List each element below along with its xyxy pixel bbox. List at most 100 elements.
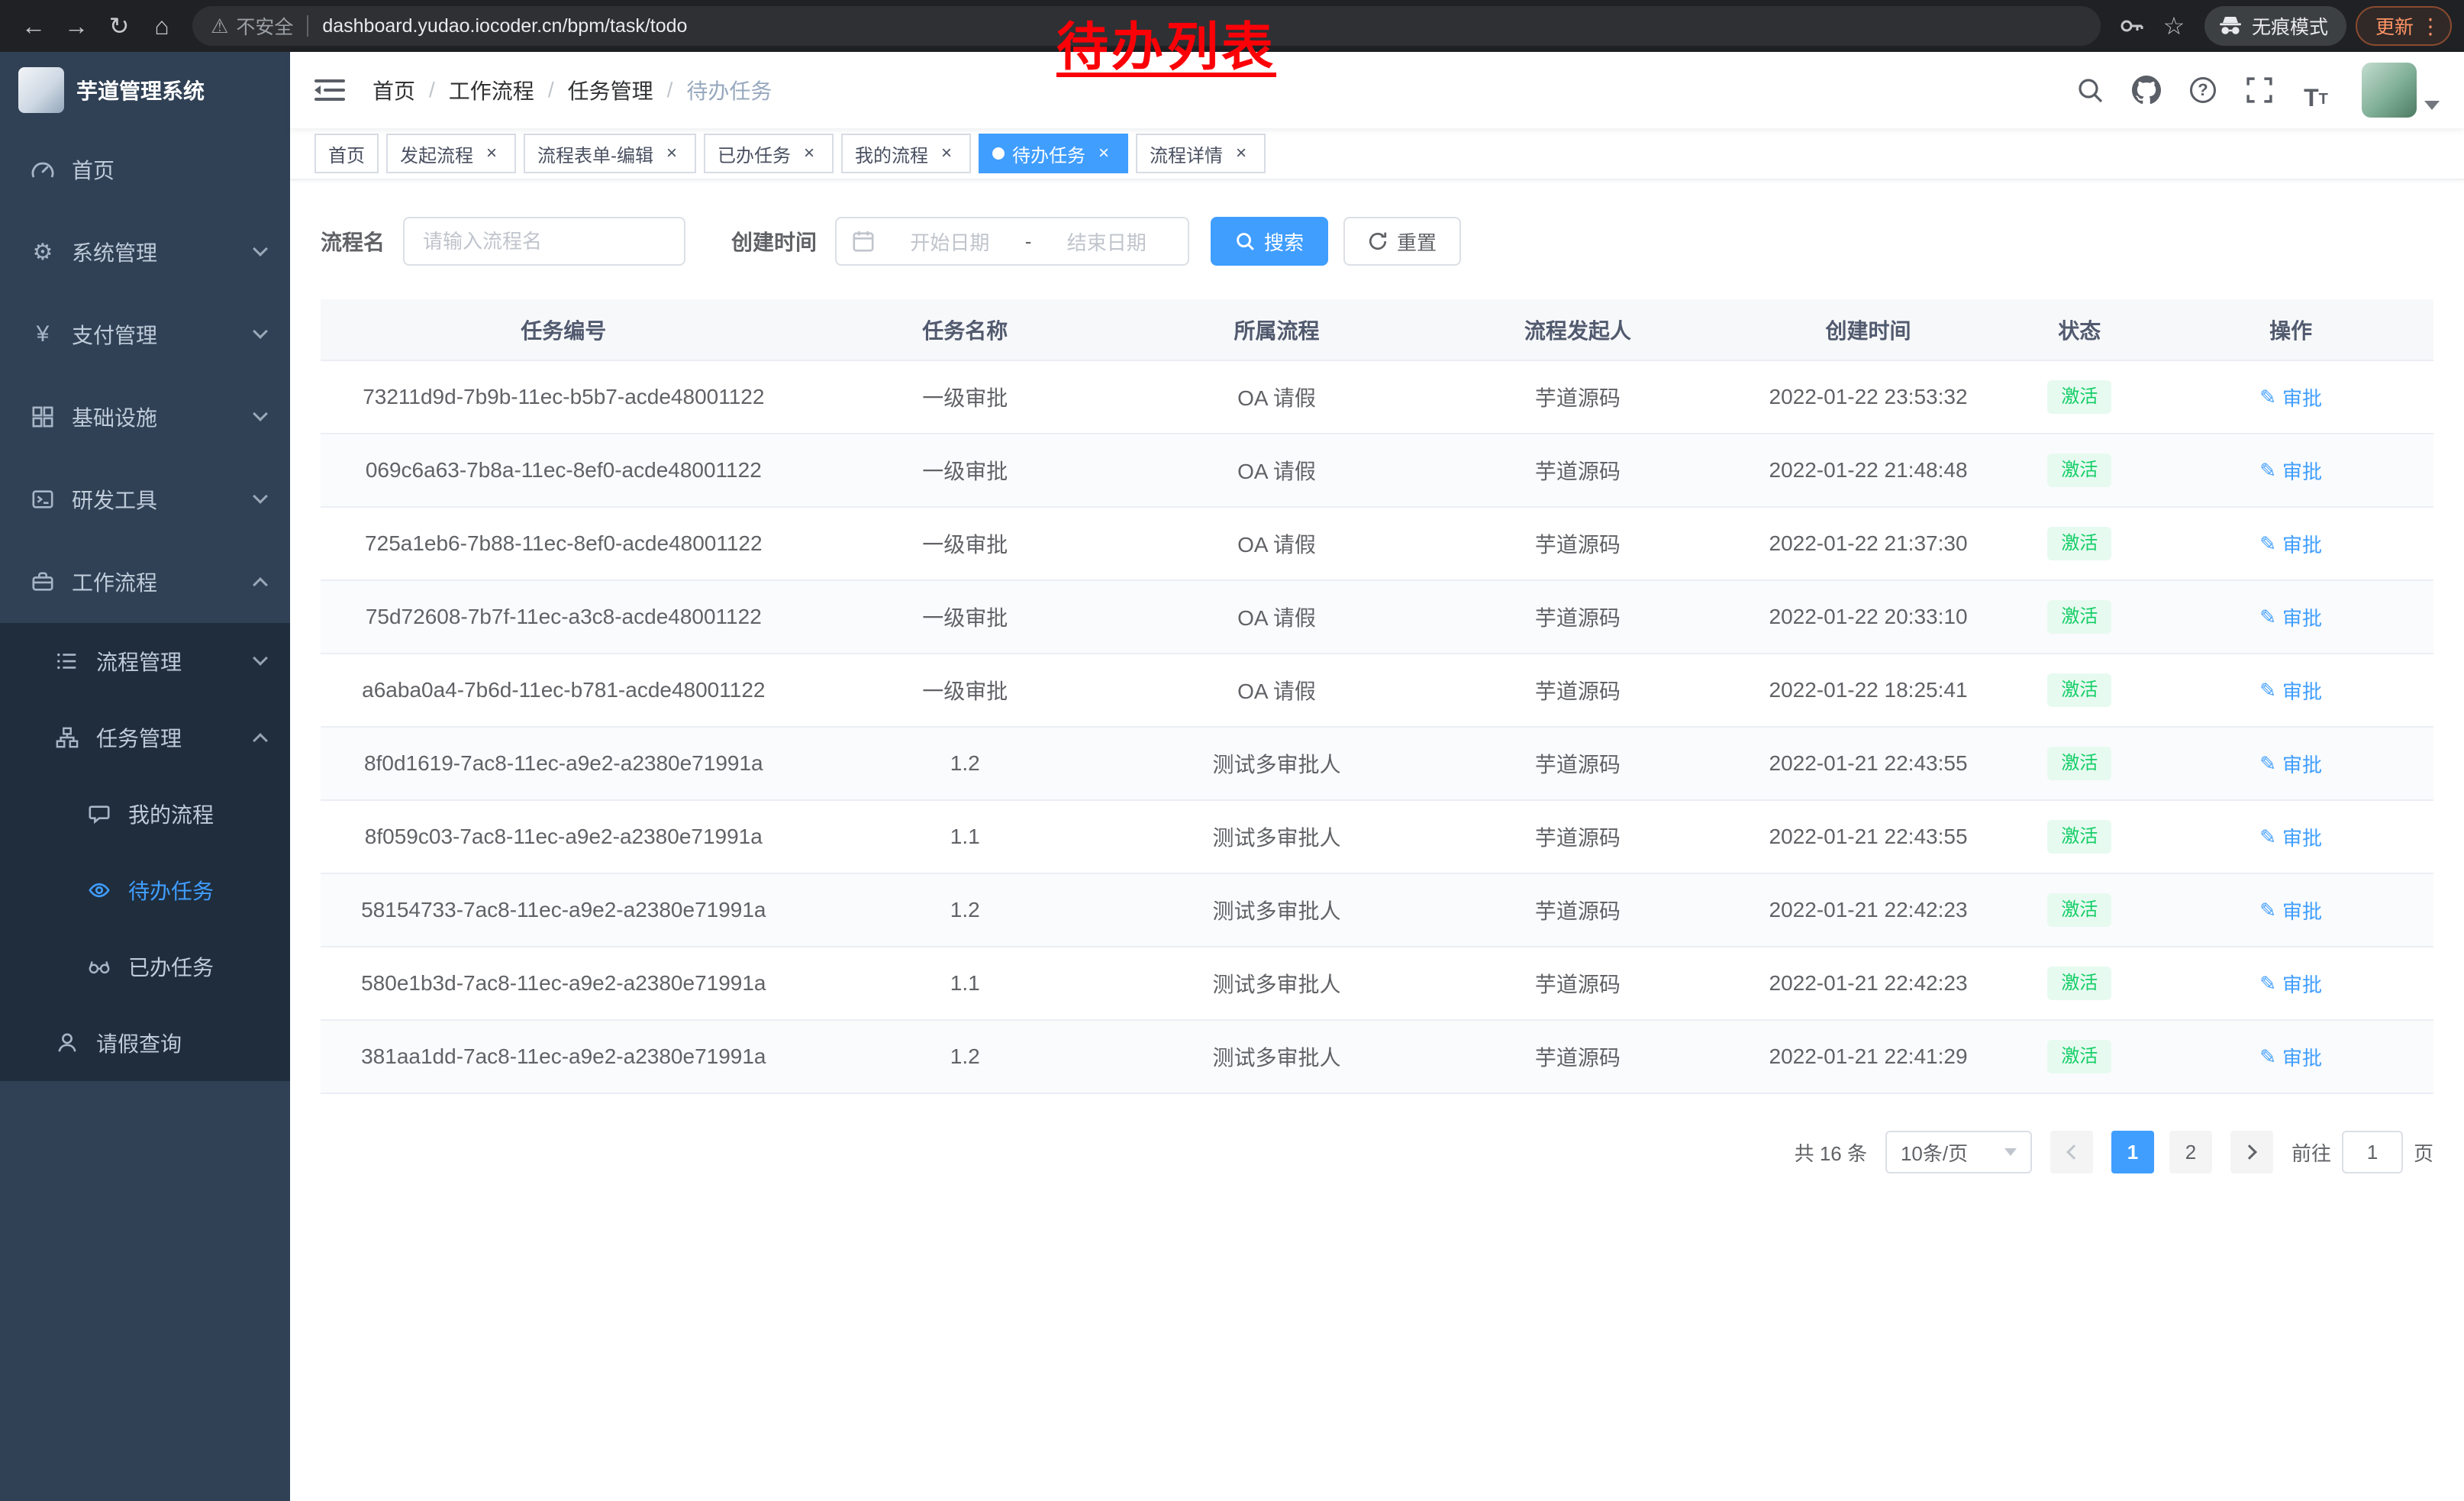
cell-process: 测试多审批人	[1124, 800, 1430, 873]
sidebar-item-home[interactable]: 首页	[0, 128, 290, 211]
approve-link[interactable]: ✎审批	[2259, 1043, 2322, 1071]
sidebar-item-done-tasks[interactable]: 已办任务	[0, 928, 290, 1005]
sidebar-item-todo-tasks[interactable]: 待办任务	[0, 852, 290, 928]
breadcrumb-item[interactable]: 工作流程	[449, 75, 534, 105]
reset-button[interactable]: 重置	[1343, 217, 1461, 266]
annotation-text: 待办列表	[1056, 5, 1276, 80]
sidebar-collapse-icon[interactable]	[314, 76, 348, 104]
tab-首页[interactable]: 首页	[314, 134, 379, 173]
caret-down-icon	[2004, 1148, 2017, 1156]
search-button[interactable]: 搜索	[1211, 217, 1328, 266]
key-icon[interactable]	[2110, 5, 2153, 47]
tab-close-icon[interactable]: ×	[1093, 143, 1114, 164]
tab-close-icon[interactable]: ×	[936, 143, 957, 164]
table-row: 725a1eb6-7b88-11ec-8ef0-acde48001122一级审批…	[321, 507, 2433, 580]
star-icon[interactable]: ☆	[2153, 5, 2195, 47]
chevron-down-icon	[253, 324, 268, 339]
table-header-row: 任务编号任务名称所属流程流程发起人创建时间状态操作	[321, 299, 2433, 360]
cell-initiator: 芋道源码	[1430, 727, 1726, 800]
next-page-button[interactable]	[2230, 1131, 2273, 1173]
url-text[interactable]: dashboard.yudao.iocoder.cn/bpm/task/todo	[322, 15, 687, 37]
tab-close-icon[interactable]: ×	[661, 143, 682, 164]
sitemap-icon	[53, 724, 81, 751]
home-icon[interactable]: ⌂	[140, 5, 183, 47]
breadcrumb-item[interactable]: 首页	[373, 75, 415, 105]
forward-icon[interactable]: →	[55, 5, 98, 47]
avatar[interactable]	[2362, 63, 2417, 118]
status-badge: 激活	[2047, 380, 2111, 413]
app-logo-row[interactable]: 芋道管理系统	[0, 52, 290, 128]
breadcrumb-item[interactable]: 任务管理	[568, 75, 653, 105]
cell-process: OA 请假	[1124, 580, 1430, 654]
sidebar-item-payment[interactable]: ¥ 支付管理	[0, 293, 290, 376]
incognito-badge: 无痕模式	[2204, 6, 2346, 46]
start-date-placeholder[interactable]: 开始日期	[884, 228, 1016, 256]
tab-发起流程[interactable]: 发起流程×	[386, 134, 516, 173]
approve-link[interactable]: ✎审批	[2259, 896, 2322, 925]
date-range-picker[interactable]: 开始日期 - 结束日期	[835, 217, 1189, 266]
reload-icon[interactable]: ↻	[98, 5, 140, 47]
tab-label: 我的流程	[855, 140, 928, 167]
approve-link[interactable]: ✎审批	[2259, 750, 2322, 778]
chevron-down-icon	[253, 650, 268, 666]
approve-link[interactable]: ✎审批	[2259, 457, 2322, 485]
page-button-2[interactable]: 2	[2169, 1131, 2212, 1173]
approve-link[interactable]: ✎审批	[2259, 970, 2322, 998]
sidebar-item-workflow[interactable]: 工作流程	[0, 541, 290, 623]
prev-page-button[interactable]	[2050, 1131, 2093, 1173]
cell-initiator: 芋道源码	[1430, 434, 1726, 507]
tab-流程详情[interactable]: 流程详情×	[1136, 134, 1266, 173]
cell-id: 381aa1dd-7ac8-11ec-a9e2-a2380e71991a	[321, 1020, 807, 1093]
cell-name: 一级审批	[807, 507, 1124, 580]
back-icon[interactable]: ←	[12, 5, 55, 47]
sidebar-item-label: 流程管理	[96, 646, 240, 676]
sidebar: 芋道管理系统 首页 ⚙ 系统管理 ¥ 支付管理	[0, 52, 290, 1501]
screen: ← → ↻ ⌂ ⚠ 不安全 dashboard.yudao.iocoder.cn…	[0, 0, 2464, 1501]
edit-icon: ✎	[2259, 532, 2276, 556]
tab-流程表单-编辑[interactable]: 流程表单-编辑×	[524, 134, 696, 173]
process-name-input[interactable]	[403, 217, 685, 266]
approve-link[interactable]: ✎审批	[2259, 383, 2322, 412]
cell-status: 激活	[2011, 434, 2148, 507]
sidebar-item-leave-query[interactable]: 请假查询	[0, 1005, 290, 1081]
menu-dots-icon[interactable]: ⋮	[2418, 14, 2443, 39]
user-menu[interactable]	[2362, 63, 2440, 118]
sidebar-item-my-process[interactable]: 我的流程	[0, 776, 290, 852]
dashboard-icon	[29, 156, 56, 183]
sidebar-item-process-management[interactable]: 流程管理	[0, 623, 290, 699]
sidebar-item-task-management[interactable]: 任务管理	[0, 699, 290, 776]
update-button[interactable]: 更新 ⋮	[2356, 6, 2452, 46]
cell-status: 激活	[2011, 654, 2148, 727]
fullscreen-icon[interactable]	[2240, 70, 2279, 110]
tab-已办任务[interactable]: 已办任务×	[704, 134, 834, 173]
table-row: 73211d9d-7b9b-11ec-b5b7-acde48001122一级审批…	[321, 360, 2433, 434]
navbar-tools: ? T T	[2070, 63, 2440, 118]
tab-close-icon[interactable]: ×	[481, 143, 502, 164]
cell-status: 激活	[2011, 1020, 2148, 1093]
cell-action: ✎审批	[2148, 654, 2433, 727]
page-button-1[interactable]: 1	[2111, 1131, 2154, 1173]
sidebar-item-devtools[interactable]: 研发工具	[0, 458, 290, 541]
page-size-select[interactable]: 10条/页	[1885, 1131, 2032, 1173]
chat-icon	[85, 800, 113, 828]
search-icon[interactable]	[2070, 70, 2110, 110]
approve-link[interactable]: ✎审批	[2259, 823, 2322, 851]
tab-待办任务[interactable]: 待办任务×	[979, 134, 1128, 173]
approve-link[interactable]: ✎审批	[2259, 676, 2322, 705]
security-label[interactable]: 不安全	[236, 12, 293, 40]
approve-link[interactable]: ✎审批	[2259, 603, 2322, 631]
end-date-placeholder[interactable]: 结束日期	[1040, 228, 1172, 256]
github-icon[interactable]	[2127, 70, 2166, 110]
tab-close-icon[interactable]: ×	[1230, 143, 1252, 164]
cell-created_at: 2022-01-22 21:37:30	[1726, 507, 2011, 580]
sidebar-item-system[interactable]: ⚙ 系统管理	[0, 211, 290, 293]
font-size-icon[interactable]: T T	[2296, 70, 2336, 110]
tab-close-icon[interactable]: ×	[798, 143, 820, 164]
cell-process: 测试多审批人	[1124, 727, 1430, 800]
edit-icon: ✎	[2259, 459, 2276, 483]
tab-我的流程[interactable]: 我的流程 ×	[841, 134, 971, 173]
sidebar-item-infrastructure[interactable]: 基础设施	[0, 376, 290, 458]
help-icon[interactable]: ?	[2183, 70, 2223, 110]
goto-page-input[interactable]	[2342, 1131, 2403, 1173]
approve-link[interactable]: ✎审批	[2259, 530, 2322, 558]
